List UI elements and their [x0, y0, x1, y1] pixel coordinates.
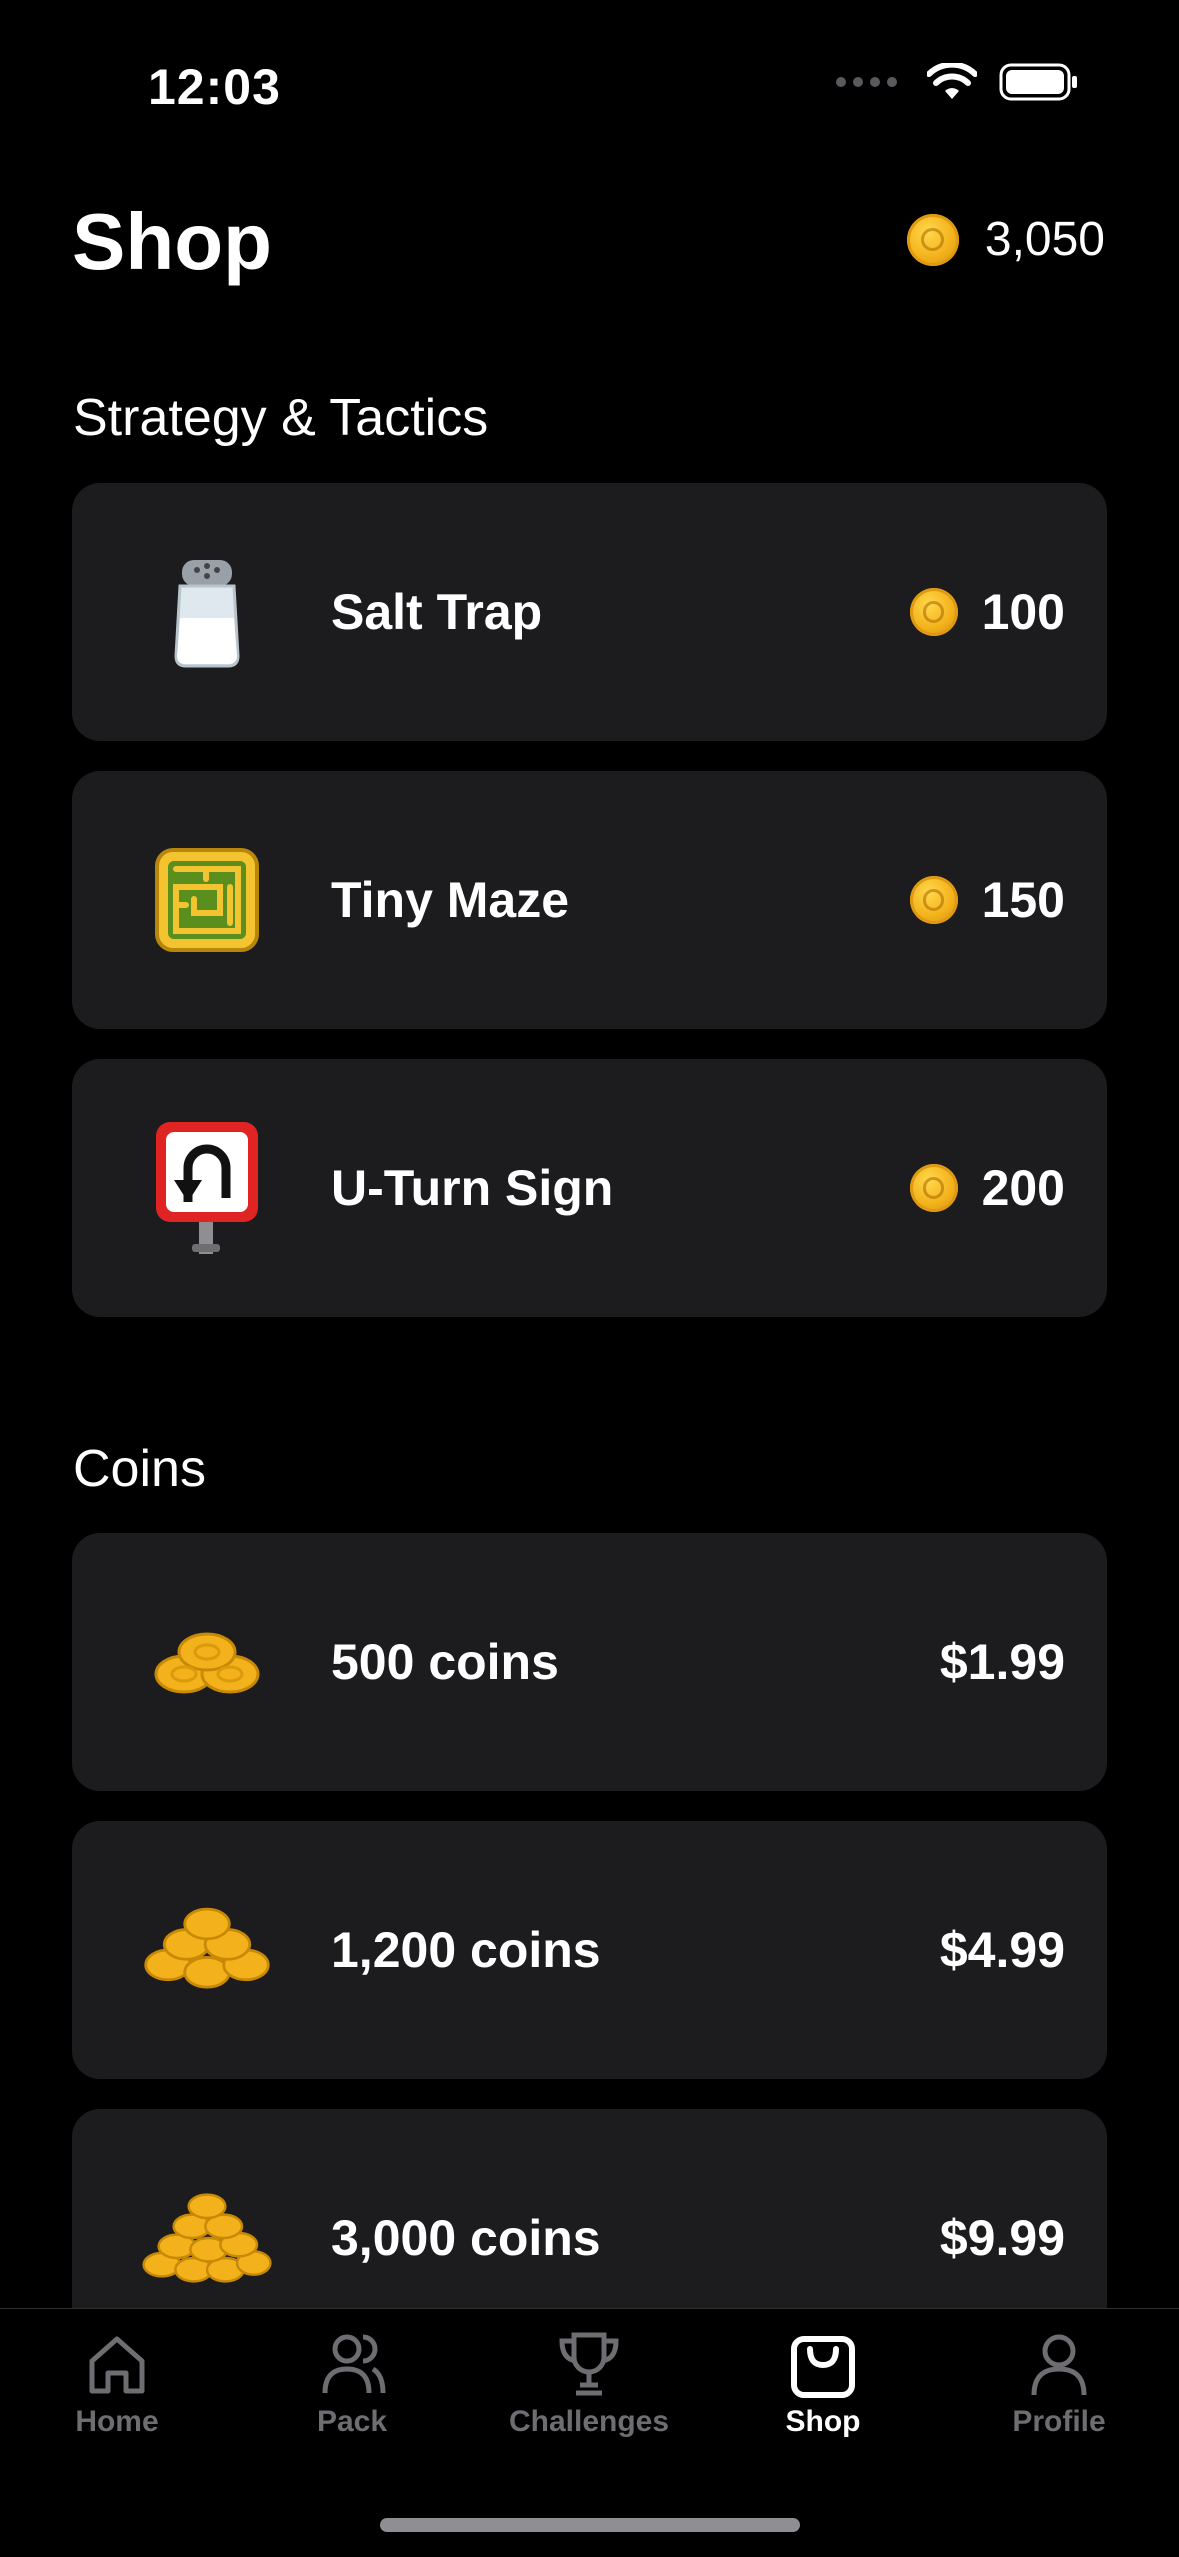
shop-item-1200-coins[interactable]: 1,200 coins $4.99: [72, 1821, 1107, 2079]
tab-shop[interactable]: Shop: [723, 2329, 923, 2439]
item-name: 500 coins: [331, 1634, 559, 1690]
tab-profile[interactable]: Profile: [959, 2329, 1159, 2439]
tab-home-label: Home: [75, 2405, 159, 2438]
item-price: 100: [909, 483, 1065, 741]
item-name: 1,200 coins: [331, 1922, 601, 1978]
section-title-strategy: Strategy & Tactics: [73, 389, 489, 447]
item-price: $1.99: [940, 1533, 1065, 1791]
shop-item-500-coins[interactable]: 500 coins $1.99: [72, 1533, 1107, 1791]
item-price: 200: [909, 1059, 1065, 1317]
salt-shaker-icon: [142, 547, 272, 677]
shop-item-u-turn-sign[interactable]: U-Turn Sign 200: [72, 1059, 1107, 1317]
coin-icon: [909, 588, 958, 636]
tab-challenges-label: Challenges: [508, 2405, 670, 2438]
tab-profile-label: Profile: [1012, 2405, 1106, 2438]
page-title: Shop: [72, 197, 272, 286]
coin-balance: 3,050: [906, 212, 1105, 267]
tab-shop-label: Shop: [785, 2405, 861, 2438]
shop-item-tiny-maze[interactable]: Tiny Maze 150: [72, 771, 1107, 1029]
tab-pack-label: Pack: [316, 2405, 388, 2438]
home-icon: [89, 2336, 145, 2394]
item-price-value: $1.99: [939, 1634, 1065, 1690]
item-price-value: 150: [981, 872, 1065, 928]
item-price: 150: [909, 771, 1065, 1029]
item-price-value: 200: [981, 1160, 1065, 1216]
coin-pile-medium-icon: [142, 1885, 272, 2015]
shop-item-salt-trap[interactable]: Salt Trap 100: [72, 483, 1107, 741]
section-title-coins: Coins: [73, 1440, 206, 1498]
item-name: Salt Trap: [331, 584, 543, 640]
u-turn-sign-icon: [142, 1122, 272, 1254]
home-indicator[interactable]: [380, 2518, 800, 2532]
item-price-value: $9.99: [939, 2210, 1065, 2266]
profile-icon: [1031, 2334, 1087, 2396]
maze-icon: [142, 835, 272, 965]
item-price: $4.99: [940, 1821, 1065, 2079]
battery-icon: [999, 63, 1077, 101]
cellular-signal-icon: [836, 77, 897, 87]
shopping-bag-icon: [791, 2336, 855, 2398]
item-name: U-Turn Sign: [331, 1160, 614, 1216]
coin-balance-value: 3,050: [984, 213, 1105, 266]
wifi-icon: [927, 63, 977, 99]
tab-pack[interactable]: Pack: [252, 2329, 452, 2439]
trophy-icon: [559, 2332, 619, 2396]
coin-pile-large-icon: [142, 2173, 272, 2303]
tab-home[interactable]: Home: [17, 2329, 217, 2439]
item-name: Tiny Maze: [331, 872, 570, 928]
coin-icon: [909, 1164, 958, 1212]
tab-challenges[interactable]: Challenges: [489, 2329, 689, 2439]
status-icons: [836, 62, 1079, 102]
coin-icon: [909, 876, 958, 924]
item-price-value: 100: [981, 584, 1065, 640]
item-price-value: $4.99: [939, 1922, 1065, 1978]
coin-pile-small-icon: [142, 1597, 272, 1727]
pack-icon: [322, 2334, 386, 2394]
coin-icon: [906, 213, 959, 266]
status-time: 12:03: [148, 59, 281, 115]
